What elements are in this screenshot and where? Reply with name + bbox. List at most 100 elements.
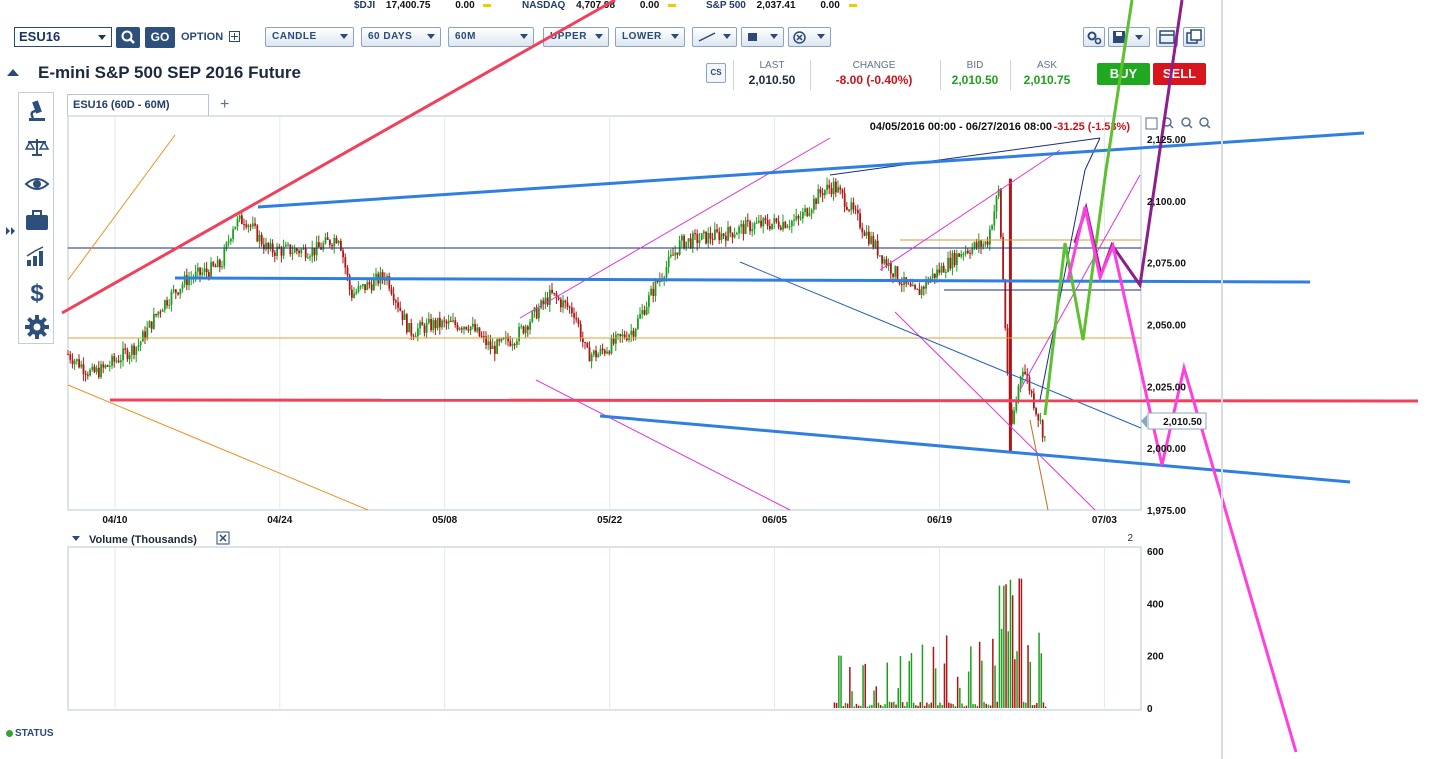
volume-bar xyxy=(970,646,972,708)
candle-body xyxy=(263,244,265,250)
volume-bar xyxy=(1029,661,1031,708)
volume-bar xyxy=(989,705,992,708)
candle-body xyxy=(212,262,215,266)
volume-bar xyxy=(937,705,939,708)
maximize-pane-icon[interactable] xyxy=(1145,117,1158,130)
candle-body xyxy=(1044,436,1046,438)
candle-body xyxy=(881,255,883,264)
candle-body xyxy=(245,224,248,228)
time-axis-tick: 05/08 xyxy=(432,515,457,526)
candle-body xyxy=(252,223,254,227)
candle-body xyxy=(1022,371,1024,377)
candle-body xyxy=(749,221,751,232)
candle-body xyxy=(667,256,670,267)
candle-body xyxy=(938,269,941,273)
candle-body xyxy=(87,374,89,376)
candle-body xyxy=(786,226,789,228)
price-chart[interactable]: 04/05/2016 00:00 - 06/27/2016 08:00 -31.… xyxy=(0,0,1429,759)
candle-body xyxy=(883,259,886,264)
candle-body xyxy=(155,313,157,316)
candle-body xyxy=(221,266,223,268)
candle-body xyxy=(975,242,978,248)
candle-body xyxy=(758,220,760,223)
candle-body xyxy=(421,321,424,326)
volume-bar xyxy=(1038,632,1040,708)
candle-body xyxy=(324,237,327,244)
volume-bar xyxy=(1027,645,1029,708)
volume-bar xyxy=(948,702,950,708)
candle-body xyxy=(450,320,452,322)
candle-body xyxy=(344,257,347,268)
close-icon[interactable] xyxy=(216,531,230,545)
candle-body xyxy=(586,343,589,348)
candle-body xyxy=(595,350,597,358)
candle-body xyxy=(232,229,234,239)
candle-body xyxy=(100,364,102,378)
candle-body xyxy=(861,227,864,233)
current-price-label: 2,010.50 xyxy=(1163,417,1202,428)
candle-body xyxy=(1037,414,1040,421)
candle-body xyxy=(109,365,111,367)
pane-controls xyxy=(1145,117,1211,130)
volume-bar xyxy=(1014,659,1016,708)
candle-body xyxy=(95,367,98,373)
candle-body xyxy=(777,221,780,228)
candle-body xyxy=(76,359,78,362)
candle-body xyxy=(93,366,96,373)
status-indicator[interactable]: STATUS xyxy=(6,728,54,739)
candle-body xyxy=(210,262,212,277)
candle-body xyxy=(441,320,443,328)
candle-body xyxy=(181,284,184,289)
candle-body xyxy=(445,321,448,324)
price-axis-tick: 2,025.00 xyxy=(1147,382,1186,393)
candle-body xyxy=(417,328,419,337)
volume-bar xyxy=(873,690,875,708)
volume-bar xyxy=(910,653,913,708)
candle-body xyxy=(1002,237,1004,281)
volume-bar xyxy=(840,655,842,708)
chevron-down-icon[interactable] xyxy=(72,536,80,541)
volume-bar xyxy=(1009,579,1012,708)
candle-body xyxy=(791,221,793,227)
candle-body xyxy=(846,206,848,210)
candle-body xyxy=(813,198,815,210)
candle-body xyxy=(436,317,439,329)
candle-body xyxy=(857,210,859,214)
volume-axis: 600 400 200 0 xyxy=(1147,547,1164,715)
zoom-out-icon[interactable] xyxy=(1199,117,1211,129)
candle-body xyxy=(639,314,641,319)
volume-bar xyxy=(992,638,994,708)
zoom-in-icon[interactable] xyxy=(1181,117,1193,129)
volume-bar xyxy=(835,702,838,708)
candle-body xyxy=(392,294,395,301)
candle-body xyxy=(980,240,982,247)
candle-body xyxy=(500,338,503,342)
candle-body xyxy=(150,321,153,329)
candle-body xyxy=(199,267,201,275)
candle-body xyxy=(784,221,787,228)
volume-bar xyxy=(1022,701,1025,708)
candle-body xyxy=(984,241,987,245)
candle-body xyxy=(331,244,333,247)
candle-body xyxy=(604,350,606,354)
candle-body xyxy=(296,248,298,251)
candle-body xyxy=(815,198,817,204)
candle-body xyxy=(443,320,446,322)
candle-body xyxy=(82,364,85,374)
candle-body xyxy=(634,328,637,337)
candle-body xyxy=(124,348,127,351)
volume-bar xyxy=(884,704,886,708)
candle-body xyxy=(463,326,465,330)
volume-bar xyxy=(862,665,864,708)
candle-body xyxy=(716,229,718,232)
candle-body xyxy=(995,196,998,212)
candle-body xyxy=(718,231,721,241)
candle-body xyxy=(824,189,826,196)
candle-body xyxy=(159,311,162,313)
candle-body xyxy=(247,225,250,228)
volume-bar xyxy=(961,703,963,708)
candle-body xyxy=(289,244,292,255)
candle-body xyxy=(168,304,171,306)
candle-body xyxy=(859,213,861,228)
candle-body xyxy=(71,359,74,365)
